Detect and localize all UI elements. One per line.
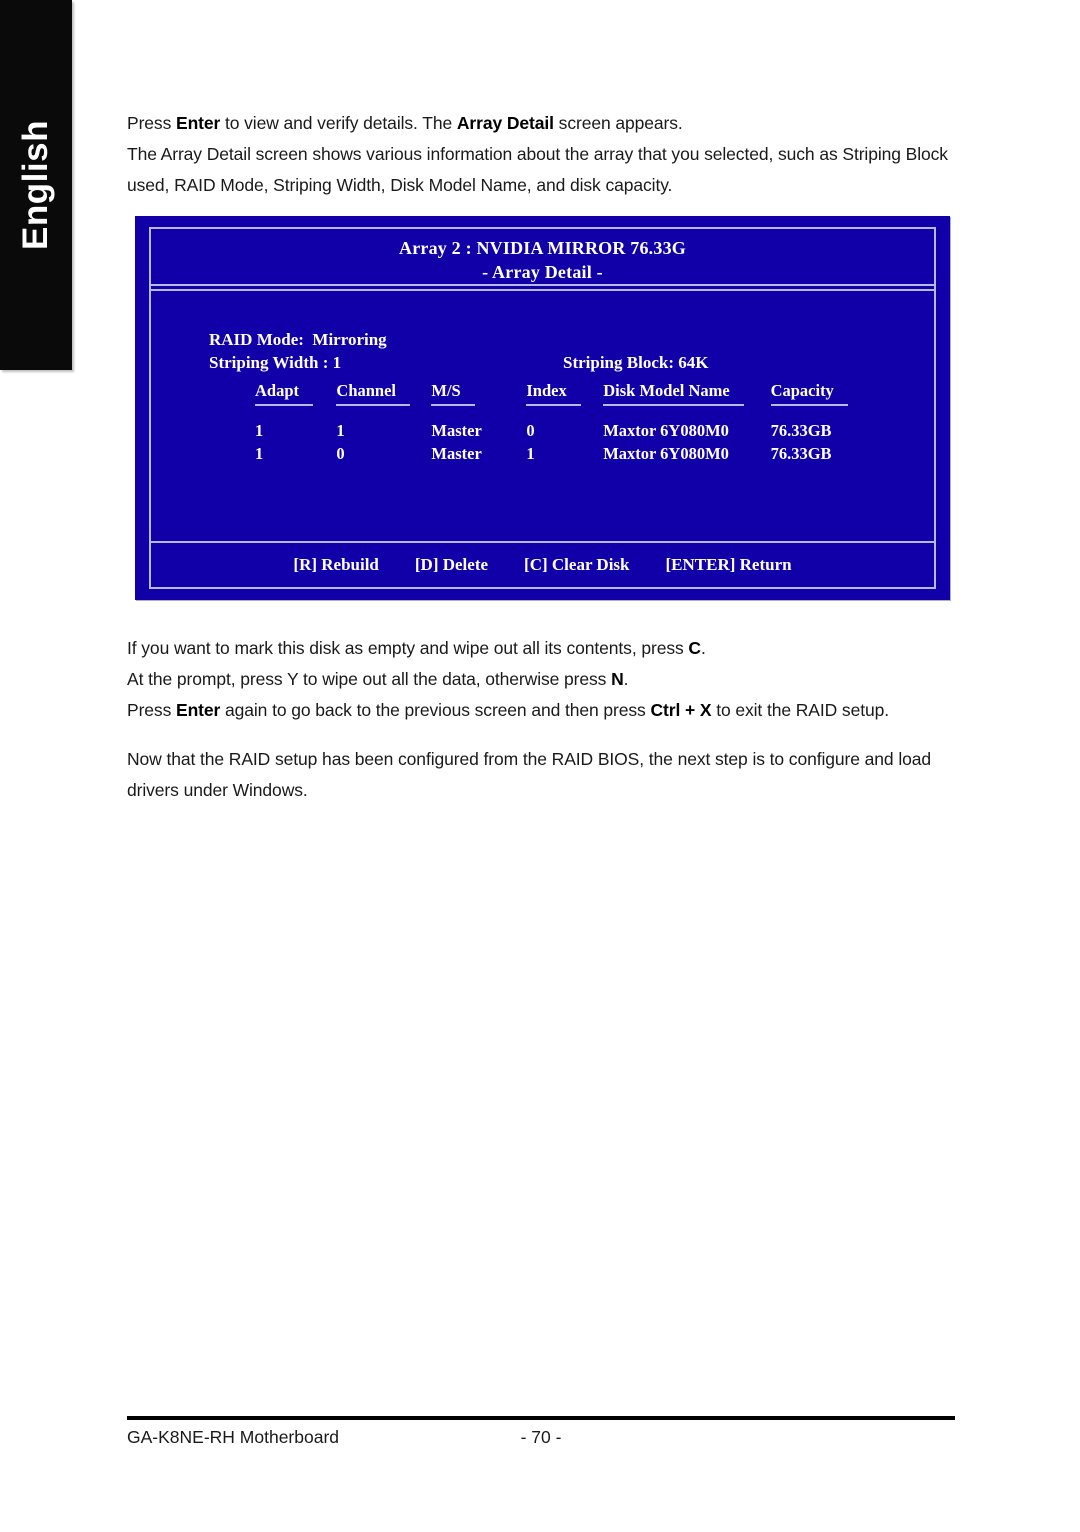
striping-block-value: 64K [678,353,709,372]
cell-disk-model-name: Maxtor 6Y080M0 [603,444,729,463]
bios-body: RAID Mode: Mirroring Striping Width : 1 … [151,291,934,541]
footer-divider [127,1416,955,1420]
column-header-disk-model-name: Disk Model Name [603,381,770,410]
cell-channel: 1 [336,421,345,440]
after-line2-bold-n: N [611,669,624,689]
intro-line1-pre: Press [127,113,176,133]
column-header-ms: M/S [431,381,526,410]
cell-disk-model-name: Maxtor 6Y080M0 [603,421,729,440]
column-header-index: Index [526,381,603,410]
command-rebuild[interactable]: [R] Rebuild [293,555,378,575]
disk-table-head: Adapt Channel M/S Index Disk Model Name … [255,381,895,410]
after-line2-pre: At the prompt, press Y to wipe out all t… [127,669,612,689]
cell-capacity: 76.33GB [770,444,832,463]
column-header-adapt: Adapt [255,381,336,410]
striping-width-label: Striping Width : [209,353,329,372]
intro-line1-bold-array-detail: Array Detail [456,113,554,133]
after-line3-pre: Press [127,700,176,720]
bios-title-line-2: - Array Detail - [482,262,603,282]
command-enter-return[interactable]: [ENTER] Return [666,555,792,575]
column-header-capacity: Capacity [770,381,895,410]
striping-width-value: 1 [332,353,342,372]
after-line3-bold-ctrl-x: Ctrl + X [650,700,712,720]
bios-command-bar: [R] Rebuild [D] Delete [C] Clear Disk [E… [151,541,934,587]
cell-capacity: 76.33GB [770,421,832,440]
after-paragraph-group: If you want to mark this disk as empty a… [127,633,957,726]
bios-screen-frame: Array 2 : NVIDIA MIRROR 76.33G - Array D… [149,227,936,589]
intro-line1-post: screen appears. [553,113,683,133]
after-line1-post: . [700,638,706,658]
after-line3-post: to exit the RAID setup. [711,700,889,720]
cell-ms: Master [431,444,482,463]
disk-table: Adapt Channel M/S Index Disk Model Name … [255,381,895,465]
after-line-1: If you want to mark this disk as empty a… [127,633,957,664]
after-line1-bold-c: C [688,638,701,658]
language-tab: English [0,0,72,370]
intro-line-2: The Array Detail screen shows various in… [127,144,948,195]
after-line-2: At the prompt, press Y to wipe out all t… [127,664,957,695]
after-line3-bold-enter: Enter [176,700,221,720]
bios-title-block: Array 2 : NVIDIA MIRROR 76.33G - Array D… [151,229,934,286]
after-line1-pre: If you want to mark this disk as empty a… [127,638,689,658]
final-paragraph-group: Now that the RAID setup has been configu… [127,744,957,806]
cell-index: 1 [526,444,535,463]
language-tab-label: English [16,120,55,250]
footer-row: GA-K8NE-RH Motherboard - 70 - [127,1427,955,1453]
table-row[interactable]: 1 0 Master 1 Maxtor 6Y080M0 76.33GB [255,442,895,465]
cell-adapt: 1 [255,444,264,463]
bios-array-detail-screen: Array 2 : NVIDIA MIRROR 76.33G - Array D… [135,216,950,600]
column-header-channel: Channel [336,381,431,410]
cell-adapt: 1 [255,421,264,440]
intro-line1-mid: to view and verify details. The [220,113,457,133]
cell-index: 0 [526,421,535,440]
intro-line1-bold-enter: Enter [176,113,221,133]
command-delete[interactable]: [D] Delete [415,555,488,575]
cell-channel: 0 [336,444,345,463]
disk-table-header-row: Adapt Channel M/S Index Disk Model Name … [255,381,895,410]
after-line3-mid: again to go back to the previous screen … [220,700,651,720]
intro-paragraph-group: Press Enter to view and verify details. … [127,108,957,201]
bios-title-line-1: Array 2 : NVIDIA MIRROR 76.33G [399,238,686,258]
striping-block-label: Striping Block: [563,353,674,372]
page-footer: GA-K8NE-RH Motherboard - 70 - [127,1416,955,1453]
command-clear-disk[interactable]: [C] Clear Disk [524,555,629,575]
table-row[interactable]: 1 1 Master 0 Maxtor 6Y080M0 76.33GB [255,410,895,442]
cell-ms: Master [431,421,482,440]
final-line-1: Now that the RAID setup has been configu… [127,749,932,800]
intro-line-1: Press Enter to view and verify details. … [127,108,957,139]
after-line2-post: . [623,669,629,689]
disk-table-body: 1 1 Master 0 Maxtor 6Y080M0 76.33GB 1 0 … [255,410,895,465]
footer-page-number: - 70 - [520,1427,562,1447]
after-line-3: Press Enter again to go back to the prev… [127,695,957,726]
